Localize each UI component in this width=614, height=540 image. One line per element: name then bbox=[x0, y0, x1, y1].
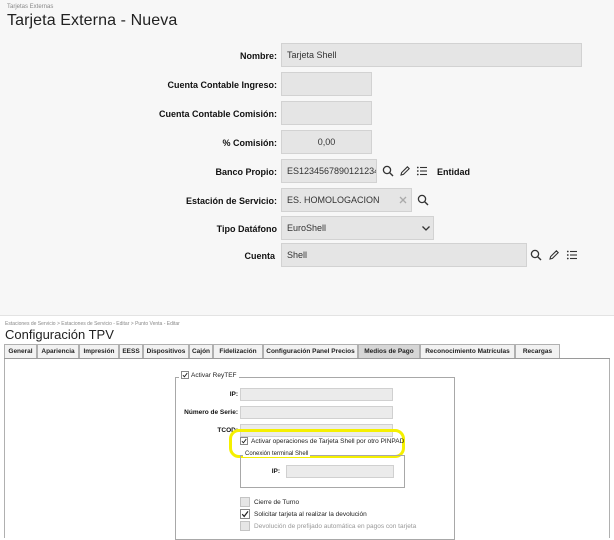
tab-fidelizacion[interactable]: Fidelización bbox=[213, 344, 263, 358]
tab-configuracion-panel-precios[interactable]: Configuración Panel Precios bbox=[263, 344, 358, 358]
cuenta-list-icon[interactable] bbox=[564, 247, 580, 263]
activar-reytef-label: Activar ReyTEF bbox=[191, 371, 237, 379]
solicitar-tarjeta-label: Solicitar tarjeta al realizar la devoluc… bbox=[254, 510, 367, 518]
cierre-turno-option[interactable]: Cierre de Turno bbox=[240, 497, 299, 507]
estacion-label: Estación de Servicio: bbox=[185, 196, 277, 206]
devolucion-prefijado-checkbox[interactable] bbox=[240, 521, 250, 531]
conexion-terminal-shell-legend: Conexión terminal Shell bbox=[243, 451, 311, 457]
cuenta-search-icon[interactable] bbox=[528, 247, 544, 263]
tarjeta-externa-panel: Tarjetas Externas Tarjeta Externa - Nuev… bbox=[0, 0, 614, 316]
ip-label: IP: bbox=[229, 391, 238, 398]
devolucion-prefijado-option[interactable]: Devolución de prefijado automática en pa… bbox=[240, 521, 416, 531]
configuracion-tpv-panel: Estaciones de Servicio > Estaciones de S… bbox=[0, 317, 614, 540]
tipo-datafono-label: Tipo Datáfono bbox=[216, 224, 277, 234]
tab-dispositivos[interactable]: Dispositivos bbox=[143, 344, 189, 358]
page-title: Tarjeta Externa - Nueva bbox=[7, 12, 178, 29]
pct-comision-input[interactable]: 0,00 bbox=[281, 130, 372, 154]
tab-recargas[interactable]: Recargas bbox=[515, 344, 560, 358]
tcod-label: TCOD: bbox=[217, 427, 238, 434]
estacion-clear-icon[interactable] bbox=[396, 192, 410, 208]
tab-cajon[interactable]: Cajón bbox=[189, 344, 213, 358]
activar-reytef-legend: Activar ReyTEF bbox=[179, 371, 239, 379]
pct-comision-label: % Comisión: bbox=[222, 138, 277, 148]
cuenta-comision-label: Cuenta Contable Comisión: bbox=[158, 109, 277, 119]
banco-search-icon[interactable] bbox=[380, 163, 396, 179]
tab-eess[interactable]: EESS bbox=[119, 344, 143, 358]
activar-shell-pinpad-label: Activar operaciones de Tarjeta Shell por… bbox=[251, 437, 405, 445]
cuenta-ingreso-label: Cuenta Contable Ingreso: bbox=[167, 80, 277, 90]
cuenta-ingreso-input[interactable] bbox=[281, 72, 372, 96]
cierre-turno-label: Cierre de Turno bbox=[254, 498, 300, 506]
cuenta-label: Cuenta bbox=[244, 251, 275, 261]
tab-impresion[interactable]: Impresión bbox=[79, 344, 119, 358]
numero-serie-label: Número de Serie: bbox=[184, 409, 238, 416]
cuenta-input[interactable]: Shell bbox=[281, 243, 527, 267]
banco-edit-icon[interactable] bbox=[397, 163, 413, 179]
tpv-page-title: Configuración TPV bbox=[5, 327, 114, 342]
cierre-turno-checkbox[interactable] bbox=[240, 497, 250, 507]
solicitar-tarjeta-option[interactable]: Solicitar tarjeta al realizar la devoluc… bbox=[240, 509, 367, 519]
conexion-ip-input[interactable] bbox=[286, 465, 394, 478]
breadcrumb[interactable]: Tarjetas Externas bbox=[7, 4, 53, 10]
tab-reconocimiento-matriculas[interactable]: Reconocimiento Matrículas bbox=[420, 344, 515, 358]
cuenta-comision-input[interactable] bbox=[281, 101, 372, 125]
chevron-down-icon[interactable] bbox=[420, 220, 432, 236]
estacion-input[interactable]: ES. HOMOLOGACION bbox=[281, 188, 412, 212]
banco-propio-label: Banco Propio: bbox=[215, 167, 277, 177]
activar-shell-pinpad-option[interactable]: Activar operaciones de Tarjeta Shell por… bbox=[240, 437, 404, 445]
tab-apariencia[interactable]: Apariencia bbox=[37, 344, 79, 358]
activar-reytef-checkbox[interactable] bbox=[181, 371, 189, 379]
nombre-label: Nombre: bbox=[239, 51, 277, 61]
estacion-search-icon[interactable] bbox=[415, 192, 431, 208]
cuenta-edit-icon[interactable] bbox=[546, 247, 562, 263]
conexion-ip-label: IP: bbox=[271, 468, 280, 475]
entidad-label: Entidad bbox=[437, 167, 470, 177]
solicitar-tarjeta-checkbox[interactable] bbox=[240, 509, 250, 519]
tipo-datafono-select[interactable]: EuroShell bbox=[281, 216, 434, 240]
numero-serie-input[interactable] bbox=[240, 406, 393, 419]
activar-shell-pinpad-checkbox[interactable] bbox=[240, 437, 248, 445]
tab-general[interactable]: General bbox=[4, 344, 37, 358]
nombre-input[interactable]: Tarjeta Shell bbox=[281, 43, 582, 67]
banco-list-icon[interactable] bbox=[414, 163, 430, 179]
banco-propio-input[interactable]: ES1234567890121234567890 bbox=[281, 159, 377, 183]
tab-bar: General Apariencia Impresión EESS Dispos… bbox=[4, 344, 610, 359]
tab-medios-de-pago[interactable]: Medios de Pago bbox=[358, 344, 420, 358]
devolucion-prefijado-label: Devolución de prefijado automática en pa… bbox=[254, 522, 417, 530]
ip-input[interactable] bbox=[240, 388, 393, 401]
